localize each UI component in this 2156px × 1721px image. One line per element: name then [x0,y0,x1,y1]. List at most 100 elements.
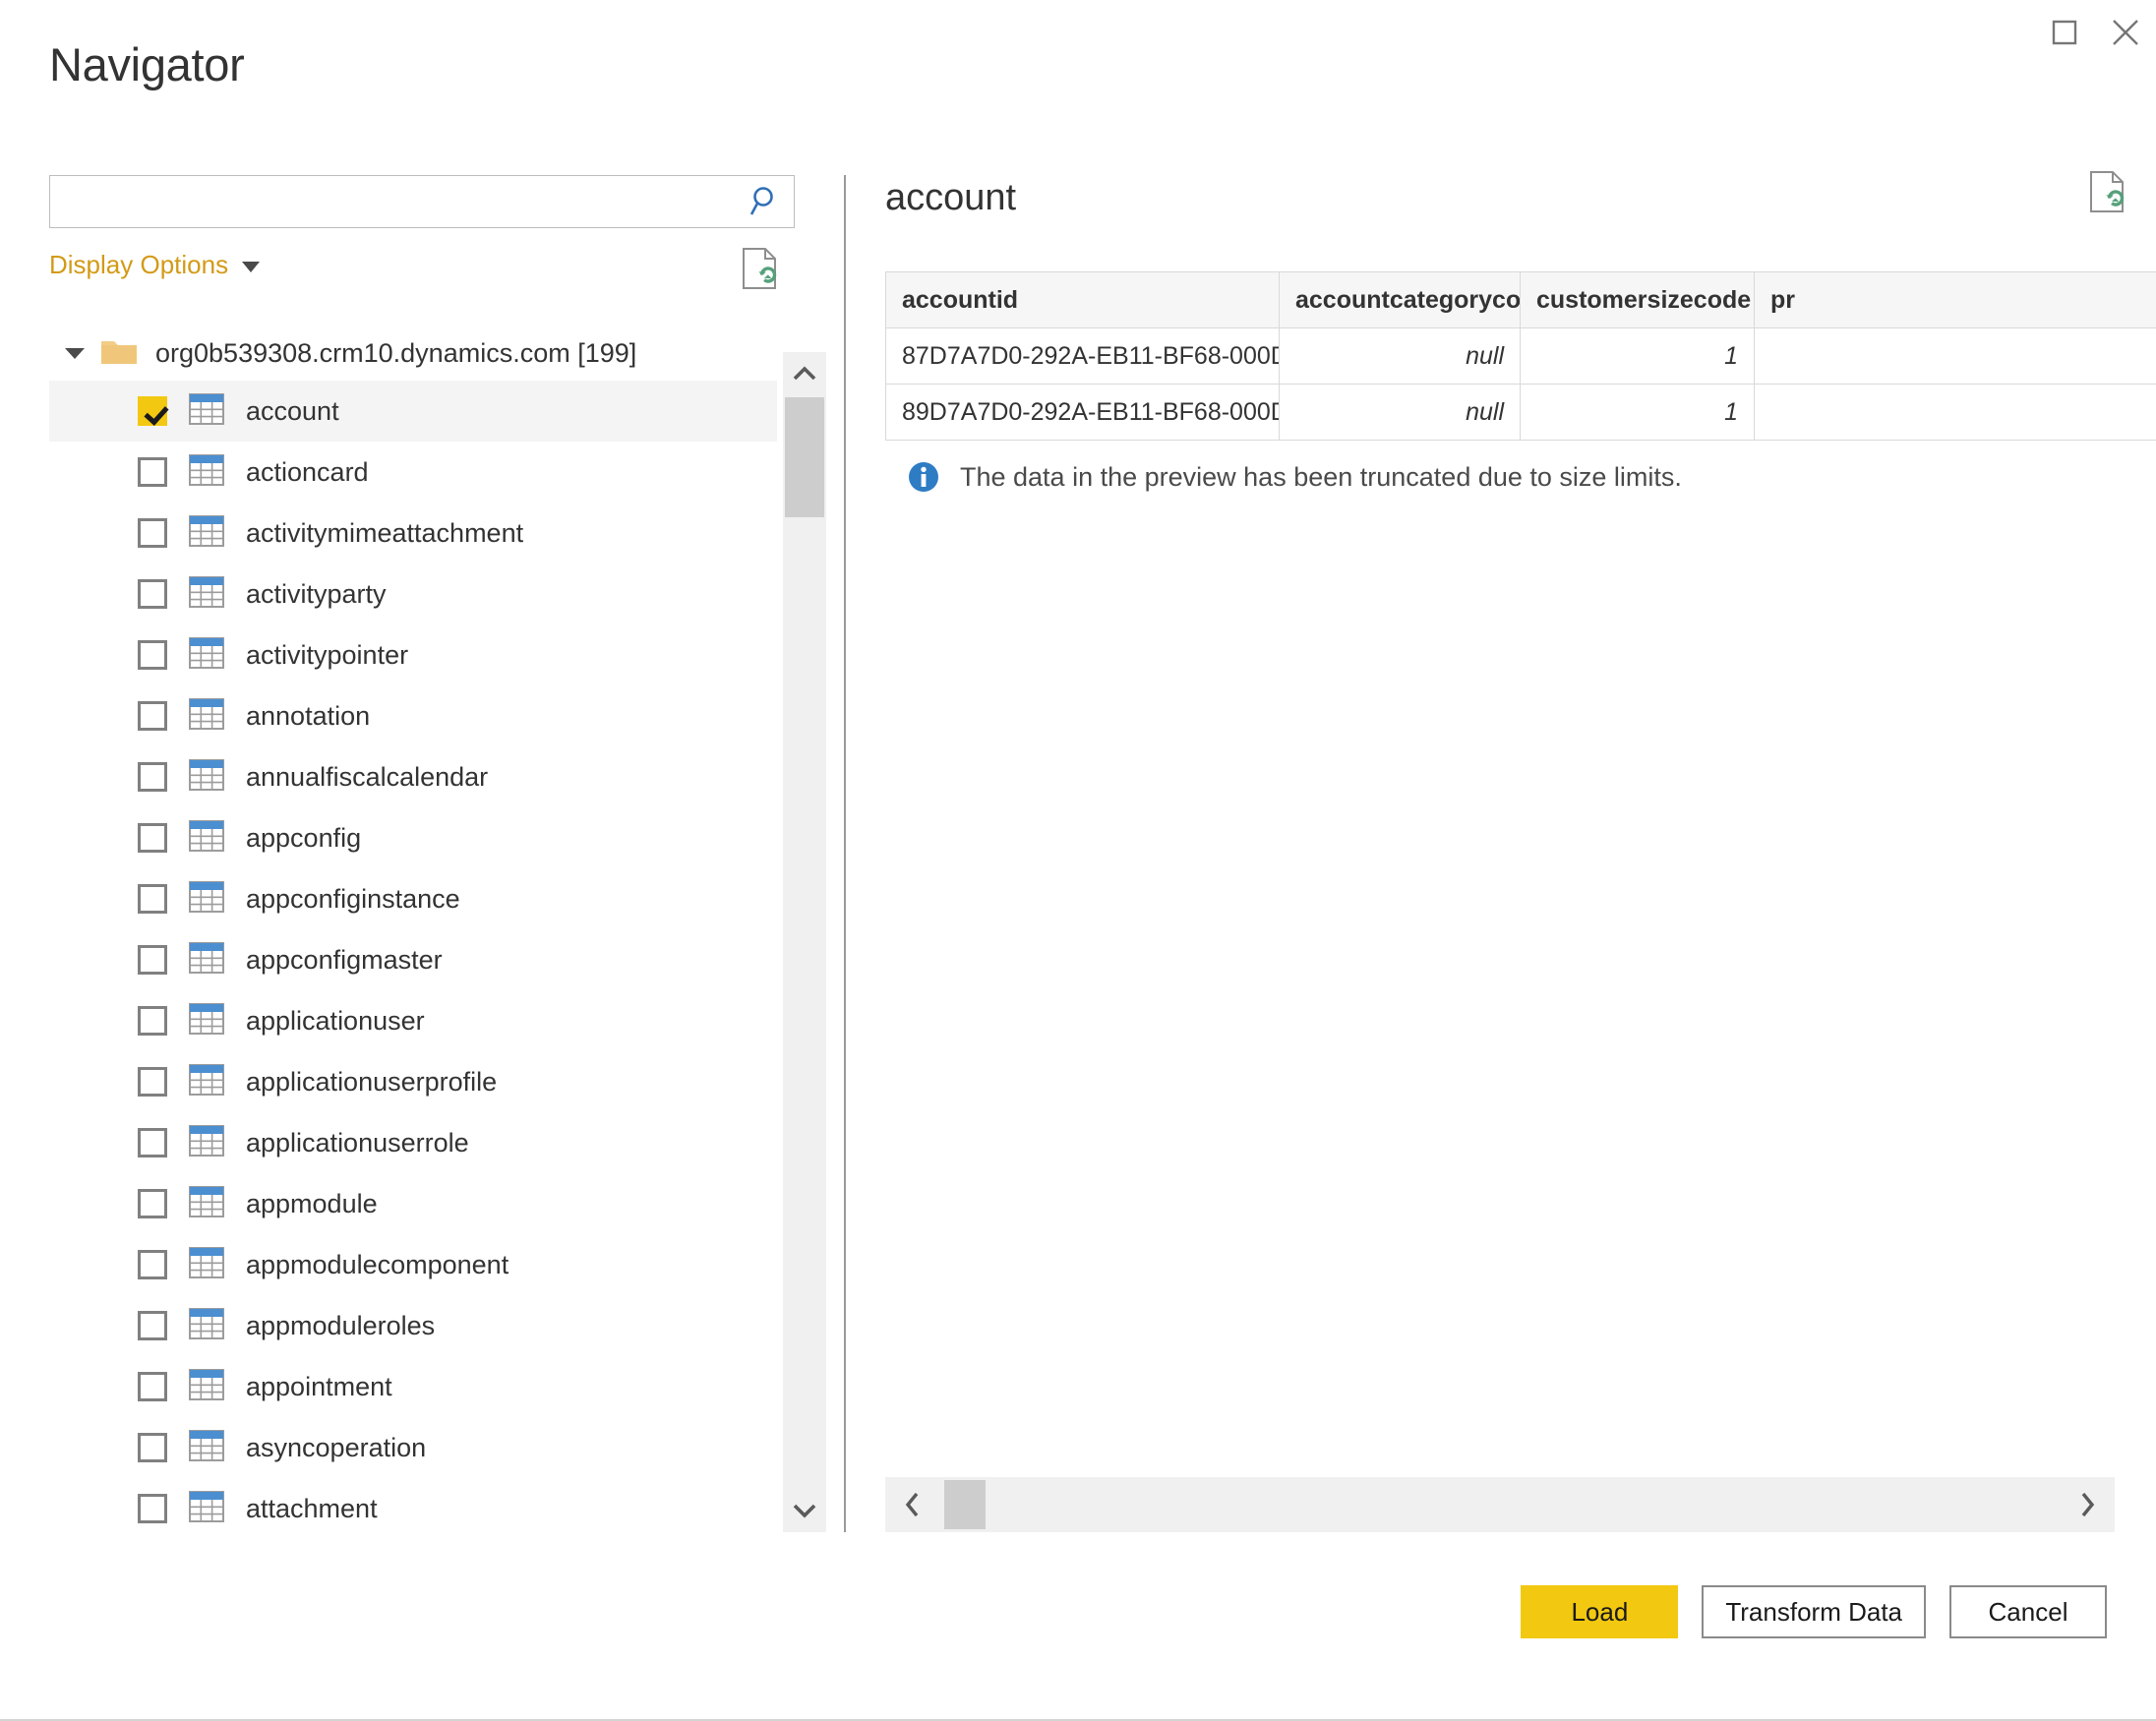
table-icon [189,1246,224,1283]
table-icon [189,1185,224,1222]
tree-item-activitymimeattachment[interactable]: activitymimeattachment [49,503,777,564]
load-button[interactable]: Load [1521,1585,1679,1638]
scroll-thumb-vertical[interactable] [785,397,824,517]
tree-item-label: asyncoperation [246,1432,427,1462]
table-icon [189,819,224,857]
checkbox-applicationuserrole[interactable] [138,1128,167,1157]
tree-item-account[interactable]: account [49,381,777,442]
table-icon [189,1124,224,1161]
left-pane: Display Options org0b539308.crm10.dynami… [49,175,826,1532]
tree-item-asyncoperation[interactable]: asyncoperation [49,1417,777,1478]
window-controls [2034,0,2156,65]
tree-vertical-scrollbar[interactable] [783,352,826,1532]
scroll-left-button[interactable] [885,1477,940,1532]
checkbox-appointment[interactable] [138,1372,167,1401]
table-icon [189,1307,224,1344]
column-header-pr[interactable]: pr [1754,271,2156,328]
maximize-icon [2052,20,2077,45]
tree-item-activitypointer[interactable]: activitypointer [49,624,777,685]
tree-item-appointment[interactable]: appointment [49,1356,777,1417]
scroll-right-button[interactable] [2060,1477,2115,1532]
checkbox-appmodule[interactable] [138,1189,167,1218]
tree-item-label: appconfig [246,822,362,853]
checkbox-activityparty[interactable] [138,579,167,609]
tree-item-activityparty[interactable]: activityparty [49,564,777,624]
checkbox-appconfig[interactable] [138,823,167,853]
tree-item-applicationuserrole[interactable]: applicationuserrole [49,1112,777,1173]
dialog-footer: Load Transform Data Cancel [1521,1585,2107,1638]
table-header-row: accountid accountcategorycode customersi… [885,271,2156,328]
tree-item-label: account [246,395,339,426]
navigator-dialog: Navigator Display Options org0b539308.cr… [0,0,2156,1721]
checkbox-appconfigmaster[interactable] [138,945,167,975]
search-row [49,175,795,228]
tree-item-label: activitypointer [246,639,409,670]
cancel-button[interactable]: Cancel [1949,1585,2107,1638]
chevron-down-icon [793,1504,816,1518]
tree-root-label: org0b539308.crm10.dynamics.com [199] [155,338,637,368]
checkbox-asyncoperation[interactable] [138,1433,167,1462]
column-header-accountcategorycode[interactable]: accountcategorycode [1279,271,1521,328]
tree-item-appconfig[interactable]: appconfig [49,807,777,868]
checkbox-appmoduleroles[interactable] [138,1311,167,1340]
tree-item-applicationuser[interactable]: applicationuser [49,990,777,1051]
checkbox-appconfiginstance[interactable] [138,884,167,914]
triangle-expanded-icon [65,348,85,359]
transform-data-button[interactable]: Transform Data [1702,1585,1926,1638]
table-icon [189,1490,224,1527]
column-header-customersizecode[interactable]: customersizecode [1520,271,1755,328]
display-options-button[interactable]: Display Options [49,250,261,280]
tree-item-annotation[interactable]: annotation [49,685,777,746]
preview-horizontal-scrollbar[interactable] [885,1477,2115,1532]
close-button[interactable] [2095,0,2156,65]
checkbox-applicationuserprofile[interactable] [138,1067,167,1097]
table-icon [189,453,224,491]
search-input[interactable] [49,175,795,228]
tree-item-appconfiginstance[interactable]: appconfiginstance [49,868,777,929]
tree-item-annualfiscalcalendar[interactable]: annualfiscalcalendar [49,746,777,807]
tree-item-appmoduleroles[interactable]: appmoduleroles [49,1295,777,1356]
cell-accountid: 87D7A7D0-292A-EB11-BF68-000D3AFC74D7 [885,327,1280,385]
checkbox-account[interactable] [138,396,167,426]
tree-item-label: applicationuser [246,1005,425,1036]
table-icon [189,392,224,430]
column-header-accountid[interactable]: accountid [885,271,1280,328]
cell-customersizecode: 1 [1520,384,1755,441]
tree-item-label: appmodule [246,1188,378,1218]
table-row: 87D7A7D0-292A-EB11-BF68-000D3AFC74D7null… [885,327,2156,385]
scroll-down-button[interactable] [783,1489,826,1532]
tree-item-appmodulecomponent[interactable]: appmodulecomponent [49,1234,777,1295]
scroll-thumb-horizontal[interactable] [944,1480,986,1529]
scroll-up-button[interactable] [783,352,826,395]
tree-items-container: account actioncard activitymimeattachmen… [49,381,777,1532]
checkbox-applicationuser[interactable] [138,1006,167,1036]
cell-customersizecode: 1 [1520,327,1755,385]
tree-item-label: applicationuserprofile [246,1066,498,1097]
checkbox-actioncard[interactable] [138,457,167,487]
refresh-document-button-right[interactable] [2087,169,2128,219]
checkbox-attachment[interactable] [138,1494,167,1523]
tree-item-applicationuserprofile[interactable]: applicationuserprofile [49,1051,777,1112]
checkbox-activitymimeattachment[interactable] [138,518,167,548]
tree-item-label: appointment [246,1371,392,1401]
checkbox-annualfiscalcalendar[interactable] [138,762,167,792]
checkbox-activitypointer[interactable] [138,640,167,670]
tree-item-attachment[interactable]: attachment [49,1478,777,1532]
cell-pr [1754,384,2156,441]
table-icon [189,1429,224,1466]
close-icon [2113,20,2138,45]
tree-root-node[interactable]: org0b539308.crm10.dynamics.com [199] [49,326,777,381]
checkbox-appmodulecomponent[interactable] [138,1250,167,1279]
tree-item-actioncard[interactable]: actioncard [49,442,777,503]
checkbox-annotation[interactable] [138,701,167,731]
page-title: Navigator [49,38,245,90]
tree-item-appconfigmaster[interactable]: appconfigmaster [49,929,777,990]
preview-header: account [885,171,2156,248]
tree-list[interactable]: org0b539308.crm10.dynamics.com [199] acc… [49,326,777,1532]
table-icon [189,1063,224,1100]
cell-accountcategorycode: null [1279,384,1521,441]
refresh-document-button-left[interactable] [740,246,781,296]
maximize-button[interactable] [2034,0,2095,65]
expand-collapse-toggle[interactable] [61,348,87,359]
tree-item-appmodule[interactable]: appmodule [49,1173,777,1234]
